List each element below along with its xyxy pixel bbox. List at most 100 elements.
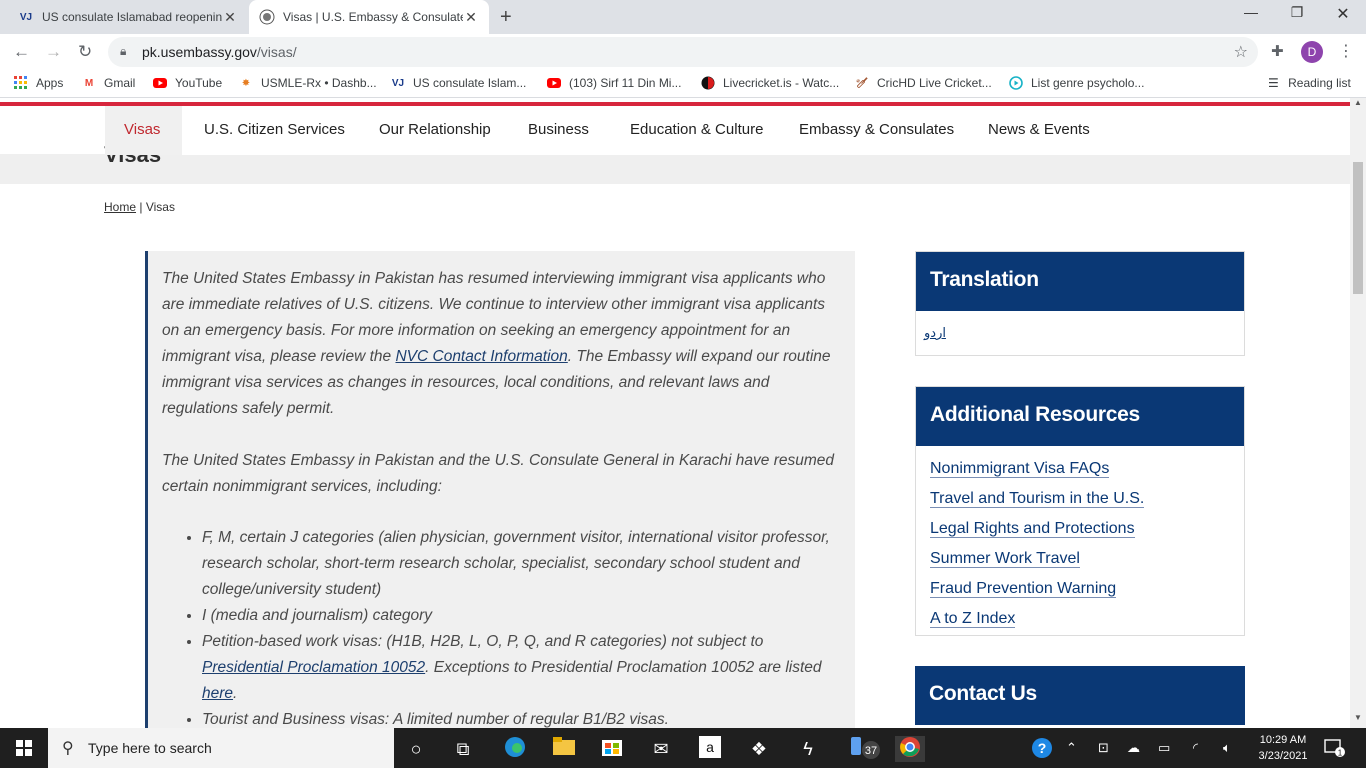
- restore-icon[interactable]: ❐: [1274, 4, 1320, 21]
- edge-browser-icon[interactable]: [502, 736, 528, 762]
- nvc-contact-link[interactable]: NVC Contact Information: [395, 348, 567, 365]
- livecricket-icon: [701, 76, 715, 90]
- usmle-icon: ✸: [241, 77, 251, 89]
- extensions-puzzle-icon[interactable]: ✚: [1271, 42, 1284, 60]
- task-view-icon[interactable]: ⧉: [450, 736, 476, 762]
- link-a-to-z-index[interactable]: A to Z Index: [930, 604, 1230, 634]
- help-question-icon[interactable]: ?: [1031, 737, 1053, 762]
- link-nonimmigrant-visa-faqs[interactable]: Nonimmigrant Visa FAQs: [930, 454, 1230, 484]
- close-window-icon[interactable]: ✕: [1320, 4, 1366, 24]
- amazon-icon[interactable]: a: [697, 736, 723, 762]
- bookmark-crichd[interactable]: 🏏︎ CricHD Live Cricket...: [855, 76, 992, 90]
- dropbox-icon[interactable]: ❖: [746, 736, 772, 762]
- minimize-icon[interactable]: —: [1228, 4, 1274, 20]
- close-tab-icon[interactable]: ✕: [463, 9, 479, 26]
- bookmark-us-consulate[interactable]: VJ US consulate Islam...: [391, 76, 527, 90]
- link-summer-work-travel[interactable]: Summer Work Travel: [930, 544, 1230, 574]
- chrome-icon[interactable]: [895, 736, 925, 762]
- link-fraud-prevention[interactable]: Fraud Prevention Warning: [930, 574, 1230, 604]
- tab-title: US consulate Islamabad reopenin: [42, 10, 222, 24]
- link-legal-rights[interactable]: Legal Rights and Protections: [930, 514, 1230, 544]
- additional-resources-panel: Additional Resources Nonimmigrant Visa F…: [915, 386, 1245, 636]
- tab-visas-active[interactable]: Visas | U.S. Embassy & Consulate ✕: [249, 0, 489, 34]
- bookmark-livecricket[interactable]: Livecricket.is - Watc...: [701, 76, 839, 90]
- site-main-nav: Visas U.S. Citizen Services Our Relation…: [105, 106, 1350, 155]
- tray-device-icon[interactable]: ⊡: [1098, 740, 1109, 756]
- lightning-app-icon[interactable]: ϟ: [795, 736, 821, 762]
- reading-list-icon: ☰: [1268, 76, 1279, 90]
- tab-us-consulate[interactable]: VJ US consulate Islamabad reopenin ✕: [8, 0, 248, 34]
- browser-toolbar: ← → ↻ 🔒︎ pk.usembassy.gov/visas/ ☆: [0, 34, 1366, 70]
- breadcrumb-home-link[interactable]: Home: [104, 200, 136, 214]
- profile-avatar[interactable]: D: [1301, 41, 1323, 63]
- battery-icon[interactable]: ▭: [1158, 740, 1170, 756]
- file-explorer-icon[interactable]: [551, 736, 577, 762]
- windows-start-icon[interactable]: [16, 740, 32, 756]
- scroll-thumb[interactable]: [1353, 162, 1363, 294]
- breadcrumb: Home | Visas: [104, 200, 175, 214]
- taskbar-clock[interactable]: 10:29 AM 3/23/2021: [1253, 732, 1313, 764]
- list-item: F, M, certain J categories (alien physic…: [202, 525, 842, 603]
- nav-us-citizen-services[interactable]: U.S. Citizen Services: [204, 121, 345, 138]
- volume-muted-icon[interactable]: 🔈︎: [1223, 740, 1231, 756]
- page-scrollbar[interactable]: ▲ ▼: [1350, 98, 1366, 728]
- bookmark-sirf-11-din[interactable]: (103) Sirf 11 Din Mi...: [547, 76, 681, 90]
- taskbar-search-box[interactable]: ⚲ Type here to search: [48, 728, 394, 768]
- bookmarks-bar: Apps M Gmail YouTube ✸ USMLE-Rx • Dashb.…: [0, 70, 1366, 98]
- close-tab-icon[interactable]: ✕: [222, 9, 238, 26]
- back-arrow-icon[interactable]: ←: [13, 42, 30, 62]
- tray-chevron-up-icon[interactable]: ⌃: [1066, 740, 1077, 756]
- onedrive-cloud-icon[interactable]: ☁: [1127, 740, 1140, 756]
- reload-icon[interactable]: ↻: [78, 42, 92, 62]
- link-travel-tourism[interactable]: Travel and Tourism in the U.S.: [930, 484, 1230, 514]
- windows-taskbar: ⚲ Type here to search ○ ⧉ ✉ a ❖ ϟ 37 ? ⌃…: [0, 728, 1366, 768]
- notice-paragraph-1: The United States Embassy in Pakistan ha…: [162, 270, 831, 417]
- proclamation-10052-link[interactable]: Presidential Proclamation 10052: [202, 659, 425, 676]
- mail-envelope-icon[interactable]: ✉: [648, 736, 674, 762]
- taskbar-search-placeholder: Type here to search: [88, 740, 212, 756]
- notification-center-icon[interactable]: 1: [1324, 738, 1346, 761]
- bookmark-usmle[interactable]: ✸ USMLE-Rx • Dashb...: [239, 76, 377, 90]
- kebab-menu-icon[interactable]: ⋮: [1338, 41, 1354, 61]
- nav-education-culture[interactable]: Education & Culture: [630, 121, 763, 138]
- svg-text:37: 37: [865, 745, 877, 757]
- svg-text:a: a: [706, 739, 714, 755]
- bookmark-star-icon[interactable]: ☆: [1234, 42, 1248, 62]
- address-bar[interactable]: 🔒︎ pk.usembassy.gov/visas/ ☆: [108, 37, 1258, 67]
- cortana-circle-icon[interactable]: ○: [403, 736, 429, 762]
- covid-notice-box: The United States Embassy in Pakistan ha…: [145, 251, 855, 728]
- new-tab-button[interactable]: +: [500, 6, 512, 29]
- apps-grid-icon: [14, 76, 28, 90]
- vj-icon: VJ: [391, 77, 405, 89]
- screen: VJ US consulate Islamabad reopenin ✕ Vis…: [0, 0, 1366, 768]
- phone-app-icon[interactable]: 37: [846, 736, 882, 762]
- nav-embassy-consulates[interactable]: Embassy & Consulates: [799, 121, 954, 138]
- bookmark-youtube[interactable]: YouTube: [153, 76, 222, 90]
- scroll-down-arrow-icon[interactable]: ▼: [1354, 713, 1362, 722]
- store-bag-icon[interactable]: [599, 736, 625, 762]
- nav-visas[interactable]: Visas: [124, 121, 160, 138]
- bookmark-gmail[interactable]: M Gmail: [82, 76, 136, 90]
- breadcrumb-current: Visas: [145, 200, 175, 214]
- wifi-icon[interactable]: ◜: [1193, 740, 1198, 756]
- nonimmigrant-services-list: F, M, certain J categories (alien physic…: [202, 525, 842, 728]
- nav-our-relationship[interactable]: Our Relationship: [379, 121, 491, 138]
- vj-favicon-icon: VJ: [19, 11, 33, 23]
- translation-panel: Translation اردو: [915, 251, 1245, 356]
- crichd-icon: 🏏︎: [855, 77, 869, 89]
- nav-news-events[interactable]: News & Events: [988, 121, 1090, 138]
- reading-list-button[interactable]: ☰ Reading list: [1268, 76, 1351, 90]
- nav-business[interactable]: Business: [528, 121, 589, 138]
- scroll-up-arrow-icon[interactable]: ▲: [1354, 98, 1362, 107]
- resources-list: Nonimmigrant Visa FAQs Travel and Touris…: [916, 446, 1244, 642]
- translation-heading: Translation: [916, 252, 1244, 311]
- bookmark-apps[interactable]: Apps: [14, 76, 63, 90]
- search-icon: ⚲: [62, 740, 74, 757]
- forward-arrow-icon[interactable]: →: [45, 42, 62, 62]
- urdu-translation-link[interactable]: اردو: [916, 311, 1244, 355]
- exceptions-here-link[interactable]: here: [202, 685, 233, 702]
- svg-text:1: 1: [1338, 749, 1343, 758]
- list-item: Petition-based work visas: (H1B, H2B, L,…: [202, 629, 842, 707]
- bookmark-list-genre[interactable]: List genre psycholo...: [1009, 76, 1144, 90]
- tab-title: Visas | U.S. Embassy & Consulate: [283, 10, 463, 24]
